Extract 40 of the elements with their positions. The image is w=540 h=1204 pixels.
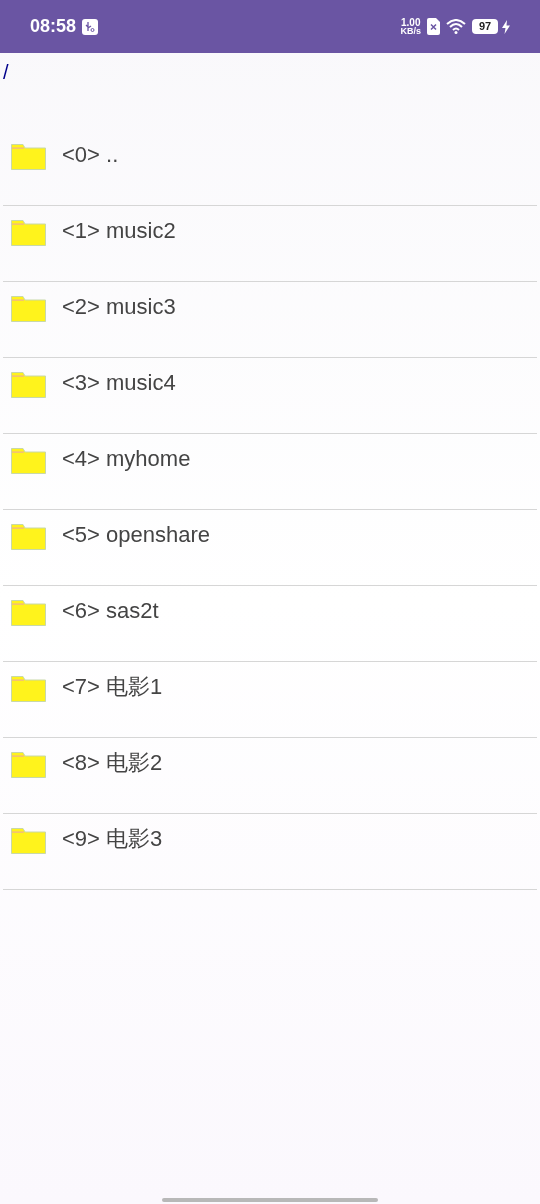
folder-row[interactable]: <0> ..: [3, 130, 537, 206]
folder-icon: [11, 752, 46, 778]
folder-name: <8> 电影2: [62, 750, 163, 776]
clock: 08:58: [30, 15, 77, 38]
folder-row[interactable]: <6> sas2t: [3, 586, 537, 662]
folder-row[interactable]: <3> music4: [3, 358, 537, 434]
folder-icon: [11, 600, 46, 626]
folder-name: <6> sas2t: [62, 598, 159, 624]
folder-row[interactable]: <5> openshare: [3, 510, 537, 586]
folder-icon: [11, 220, 46, 246]
folder-row[interactable]: <7> 电影1: [3, 662, 537, 738]
wifi-icon: [446, 19, 466, 34]
folder-row[interactable]: <4> myhome: [3, 434, 537, 510]
folder-name: <0> ..: [62, 142, 119, 168]
folder-name: <1> music2: [62, 218, 176, 244]
folder-name: <4> myhome: [62, 446, 191, 472]
folder-icon: [11, 296, 46, 322]
folder-icon: [11, 676, 46, 702]
folder-icon: [11, 372, 46, 398]
folder-row[interactable]: <9> 电影3: [3, 814, 537, 890]
sim-icon: [427, 18, 440, 35]
folder-name: <9> 电影3: [62, 826, 163, 852]
folder-icon: [11, 144, 46, 170]
speed-unit: KB/s: [400, 26, 421, 36]
folder-icon: [11, 448, 46, 474]
home-indicator[interactable]: [162, 1198, 378, 1202]
folder-name: <7> 电影1: [62, 674, 163, 700]
battery-indicator: 97: [472, 19, 498, 34]
folder-name: <5> openshare: [62, 522, 211, 548]
folder-name: <3> music4: [62, 370, 176, 396]
path-label: /: [2, 60, 10, 85]
usb-icon: [82, 18, 99, 35]
folder-icon: [11, 828, 46, 854]
folder-name: <2> music3: [62, 294, 176, 320]
charging-icon: [502, 19, 510, 34]
speed-value: 1.00: [401, 17, 421, 27]
folder-row[interactable]: <8> 电影2: [3, 738, 537, 814]
folder-icon: [11, 524, 46, 550]
folder-row[interactable]: <1> music2: [3, 206, 537, 282]
folder-row[interactable]: <2> music3: [3, 282, 537, 358]
